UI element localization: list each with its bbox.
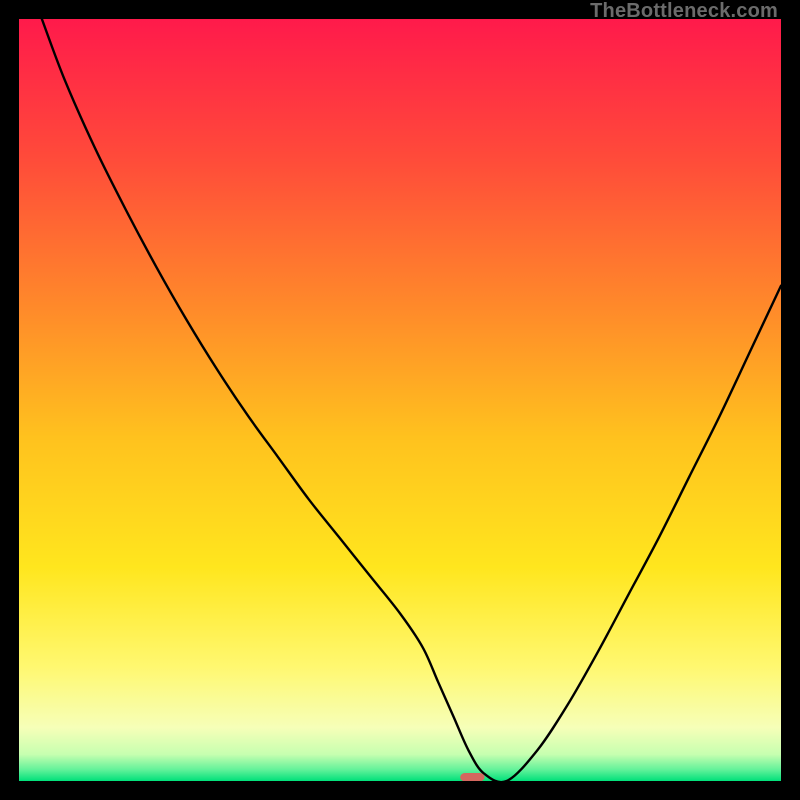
gradient-background <box>19 19 781 781</box>
watermark-text: TheBottleneck.com <box>590 0 778 23</box>
optimal-point-marker <box>460 773 484 781</box>
chart-svg <box>19 19 781 781</box>
chart-frame <box>19 19 781 781</box>
